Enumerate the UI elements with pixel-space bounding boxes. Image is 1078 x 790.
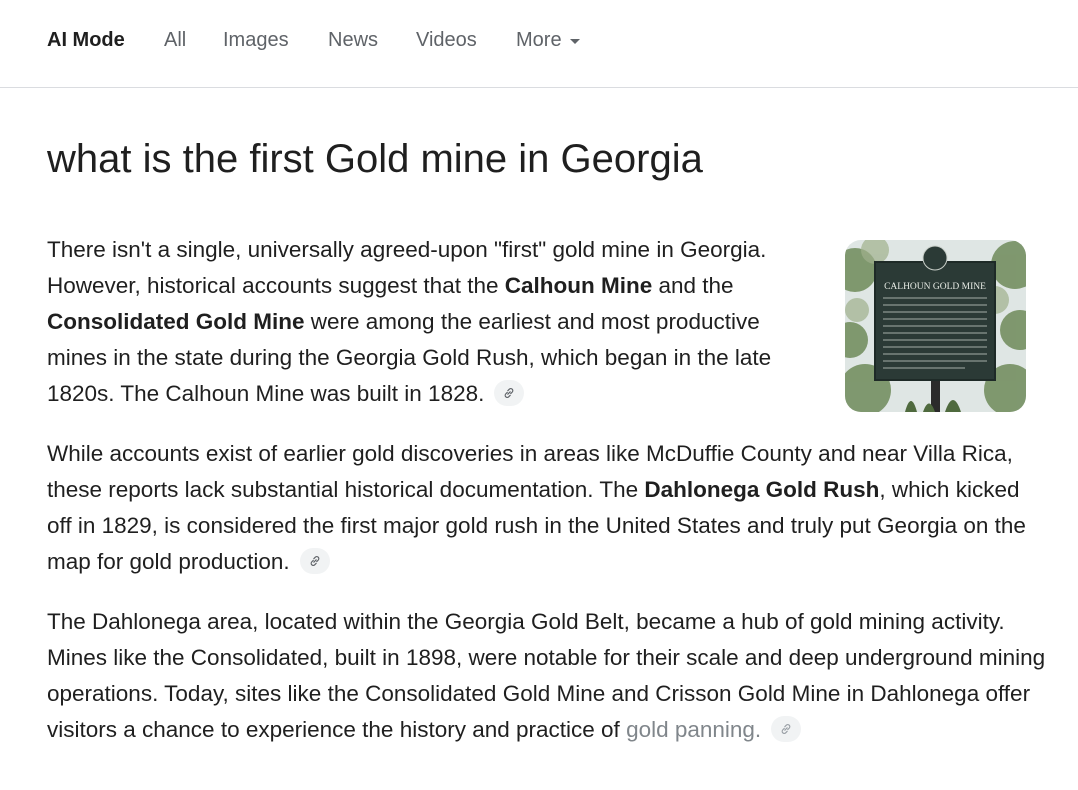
source-link-button[interactable] — [494, 380, 525, 407]
answer-paragraph-1: There isn't a single, universally agreed… — [47, 232, 817, 412]
tab-more[interactable]: More — [516, 27, 580, 53]
p1-text-2: and the — [652, 273, 734, 298]
tab-news[interactable]: News — [328, 27, 378, 53]
source-link-button[interactable] — [771, 716, 802, 743]
p3-text-1: The Dahlonega area, located within the G… — [47, 609, 1046, 742]
p3-text-2: gold panning. — [626, 717, 762, 742]
query-title: what is the first Gold mine in Georgia — [47, 137, 703, 181]
link-icon — [781, 724, 791, 734]
tab-images[interactable]: Images — [223, 27, 289, 53]
tab-ai-mode[interactable]: AI Mode — [47, 27, 125, 53]
source-link-button[interactable] — [299, 548, 330, 575]
calhoun-mine-image[interactable]: CALHOUN GOLD MINE — [845, 240, 1026, 412]
p1-bold-calhoun: Calhoun Mine — [504, 273, 653, 298]
caret-down-icon — [569, 38, 580, 44]
answer-paragraph-3: The Dahlonega area, located within the G… — [47, 604, 1047, 748]
tab-all[interactable]: All — [164, 27, 186, 53]
answer-paragraph-2: While accounts exist of earlier gold dis… — [47, 436, 1047, 580]
sign-title: CALHOUN GOLD MINE — [884, 282, 986, 292]
p1-bold-consolidated: Consolidated Gold Mine — [47, 309, 305, 334]
tab-videos[interactable]: Videos — [416, 27, 477, 53]
tab-more-label: More — [516, 29, 562, 51]
link-icon — [505, 388, 514, 398]
p2-bold-dahlonega: Dahlonega Gold Rush — [644, 477, 880, 502]
search-tabs: AI Mode All Images News Videos More — [0, 0, 1078, 88]
link-icon — [310, 556, 319, 566]
